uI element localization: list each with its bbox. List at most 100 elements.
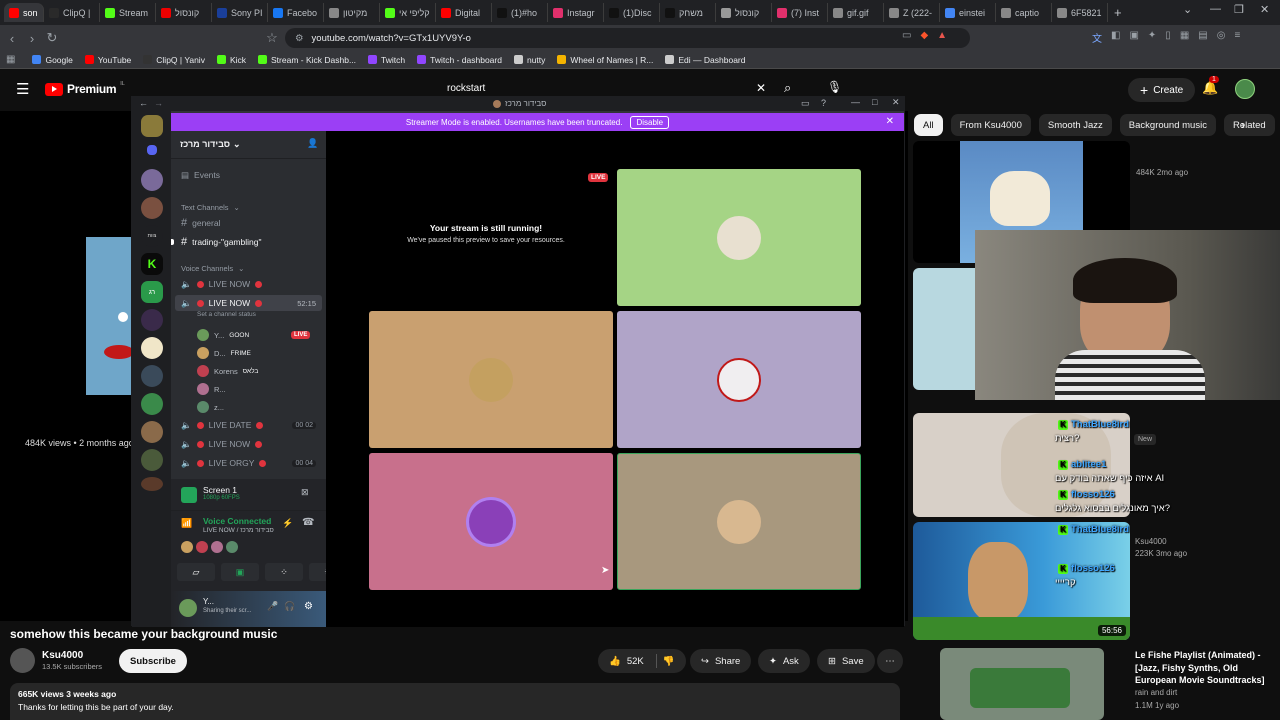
participant-tile-speaking[interactable] xyxy=(617,453,861,590)
browser-tab[interactable]: Instagr xyxy=(548,3,604,22)
recommendation-thumbnail[interactable] xyxy=(940,648,1104,720)
sidebar-icon[interactable]: ▯ xyxy=(1165,30,1171,45)
ask-button[interactable]: ✦ Ask xyxy=(758,649,810,673)
forward-icon[interactable]: › xyxy=(22,28,42,48)
brave-rewards-icon[interactable]: ▲ xyxy=(937,30,947,41)
events-item[interactable]: ▤ Events xyxy=(171,167,326,183)
channel-name[interactable]: Ksu4000 xyxy=(42,650,83,661)
forward-arrow-icon[interactable]: → xyxy=(154,98,163,108)
inbox-icon[interactable]: ▭ xyxy=(801,98,810,109)
kick-server-icon[interactable]: K xyxy=(141,253,163,275)
server-icon[interactable] xyxy=(141,197,163,219)
user-avatar[interactable] xyxy=(1235,79,1255,99)
avatar[interactable] xyxy=(181,541,193,553)
bookmark-icon[interactable]: ▦ xyxy=(1180,30,1189,45)
browser-tab[interactable]: captio xyxy=(996,3,1052,22)
server-icon[interactable] xyxy=(141,477,163,491)
minimize-icon[interactable]: — xyxy=(1210,3,1221,15)
recommendation-thumbnail[interactable] xyxy=(913,268,983,390)
stop-share-icon[interactable]: ⊠ xyxy=(301,487,309,498)
thumbs-down-icon[interactable]: 👎 xyxy=(663,656,675,667)
subscribe-button[interactable]: Subscribe xyxy=(119,649,187,673)
bookmark-item[interactable]: Google xyxy=(27,55,77,65)
chips-next-icon[interactable]: › xyxy=(1241,118,1245,132)
disconnect-icon[interactable]: ☎ xyxy=(302,517,314,528)
participant-tile[interactable] xyxy=(617,169,861,306)
search-icon[interactable]: ⌕ xyxy=(784,80,791,96)
voice-channel-live-orgy[interactable]: 🔈 LIVE ORGY 00 04 xyxy=(171,455,326,471)
server-icon[interactable] xyxy=(141,393,163,415)
apps-icon[interactable]: ▦ xyxy=(6,54,15,65)
recommendation-thumbnail[interactable]: 56:56 xyxy=(913,522,1130,640)
server-icon[interactable] xyxy=(141,421,163,443)
share-screen-button[interactable]: ▣ xyxy=(221,563,259,581)
brave-shield-icon[interactable]: ◆ xyxy=(920,30,928,41)
voice-channel-line[interactable]: LIVE NOW / סבידור מרכז xyxy=(203,527,274,534)
channel-trading[interactable]: # trading-"gambling" xyxy=(171,234,326,250)
server-icon[interactable] xyxy=(141,115,163,137)
settings-gear-icon[interactable]: ⚙ xyxy=(304,601,313,612)
cast-icon[interactable]: ▭ xyxy=(902,30,911,41)
description-box[interactable]: 665K views 3 weeks ago Thanks for lettin… xyxy=(10,683,900,720)
bookmark-item[interactable]: Wheel of Names | R... xyxy=(552,55,658,65)
voice-channel-live-now-2[interactable]: 🔈 LIVE NOW xyxy=(171,436,326,452)
browser-tab[interactable]: מקיטון xyxy=(324,3,380,22)
browser-tab[interactable]: Facebo xyxy=(268,3,324,22)
extension-icon[interactable]: ▣ xyxy=(1129,30,1138,45)
extension-icon[interactable]: ◧ xyxy=(1111,30,1120,45)
browser-tab[interactable]: (1)Disc xyxy=(604,3,660,22)
youtube-search-input[interactable]: rockstart xyxy=(437,78,773,98)
bookmark-item[interactable]: ClipQ | Yaniv xyxy=(138,55,210,65)
voice-channels-category[interactable]: Voice Channels ⌄ xyxy=(171,260,326,276)
user-avatar[interactable] xyxy=(179,599,197,617)
activities-icon[interactable]: ⁘ xyxy=(265,563,303,581)
server-icon[interactable]: צוות xyxy=(141,225,163,247)
voice-search-icon[interactable]: 🎙 xyxy=(827,80,842,94)
server-icon[interactable] xyxy=(141,309,163,331)
hamburger-menu-icon[interactable]: ☰ xyxy=(16,80,29,98)
browser-tab[interactable]: einstei xyxy=(940,3,996,22)
voice-user[interactable]: D... FRIME xyxy=(197,345,251,361)
recommendation-title[interactable]: Le Fishe Playlist (Animated) - [Jazz, Fi… xyxy=(1135,649,1265,687)
vpn-icon[interactable]: ◎ xyxy=(1217,30,1226,45)
like-button[interactable]: 👍 52K 👎 xyxy=(598,649,686,673)
browser-tab[interactable]: (1)#ho xyxy=(492,3,548,22)
server-icon[interactable]: רג xyxy=(141,281,163,303)
browser-tab[interactable]: (7) Inst xyxy=(772,3,828,22)
close-window-icon[interactable]: ✕ xyxy=(1260,3,1269,16)
text-channels-category[interactable]: Text Channels ⌄ xyxy=(171,199,326,215)
filter-chip[interactable]: Related xyxy=(1223,114,1275,136)
tab-search-icon[interactable]: ⌄ xyxy=(1183,3,1192,16)
maximize-icon[interactable]: □ xyxy=(872,97,877,107)
voice-user[interactable]: Y... GOON LIVE xyxy=(197,327,311,343)
puzzle-icon[interactable]: ✦ xyxy=(1148,30,1156,45)
filter-chip[interactable]: All xyxy=(914,114,943,136)
bookmark-item[interactable]: YouTube xyxy=(80,55,136,65)
close-icon[interactable]: ✕ xyxy=(892,97,900,108)
browser-tab[interactable]: son xyxy=(4,3,44,22)
close-banner-icon[interactable]: ✕ xyxy=(886,116,894,127)
browser-tab[interactable]: Z (222- xyxy=(884,3,940,22)
browser-tab[interactable]: Stream xyxy=(100,3,156,22)
participant-tile[interactable] xyxy=(617,311,861,448)
filter-chip[interactable]: Background music xyxy=(1119,114,1216,136)
server-icon[interactable] xyxy=(141,337,163,359)
back-icon[interactable]: ‹ xyxy=(2,28,22,48)
server-name-header[interactable]: סבידור מרכז ⌄ xyxy=(180,139,241,150)
browser-tab[interactable]: משחק xyxy=(660,3,716,22)
reload-icon[interactable]: ↻ xyxy=(42,28,62,48)
bookmark-star-icon[interactable]: ☆ xyxy=(262,28,282,48)
create-button[interactable]: + Create xyxy=(1128,78,1196,102)
bookmark-item[interactable]: Kick xyxy=(212,55,251,65)
bookmark-item[interactable]: nutty xyxy=(509,55,550,65)
share-button[interactable]: ↪ Share xyxy=(690,649,752,673)
browser-tab[interactable]: קליפי אי xyxy=(380,3,436,22)
filter-chip[interactable]: From Ksu4000 xyxy=(950,114,1031,136)
menu-icon[interactable]: ≡ xyxy=(1234,30,1240,45)
avatar[interactable] xyxy=(196,541,208,553)
bookmark-item[interactable]: Edi — Dashboard xyxy=(660,55,750,65)
wallet-icon[interactable]: ▤ xyxy=(1198,30,1207,45)
invite-people-icon[interactable]: 👤 xyxy=(307,138,318,149)
bookmark-item[interactable]: Stream - Kick Dashb... xyxy=(253,55,361,65)
browser-tab[interactable]: קונסול xyxy=(156,3,212,22)
